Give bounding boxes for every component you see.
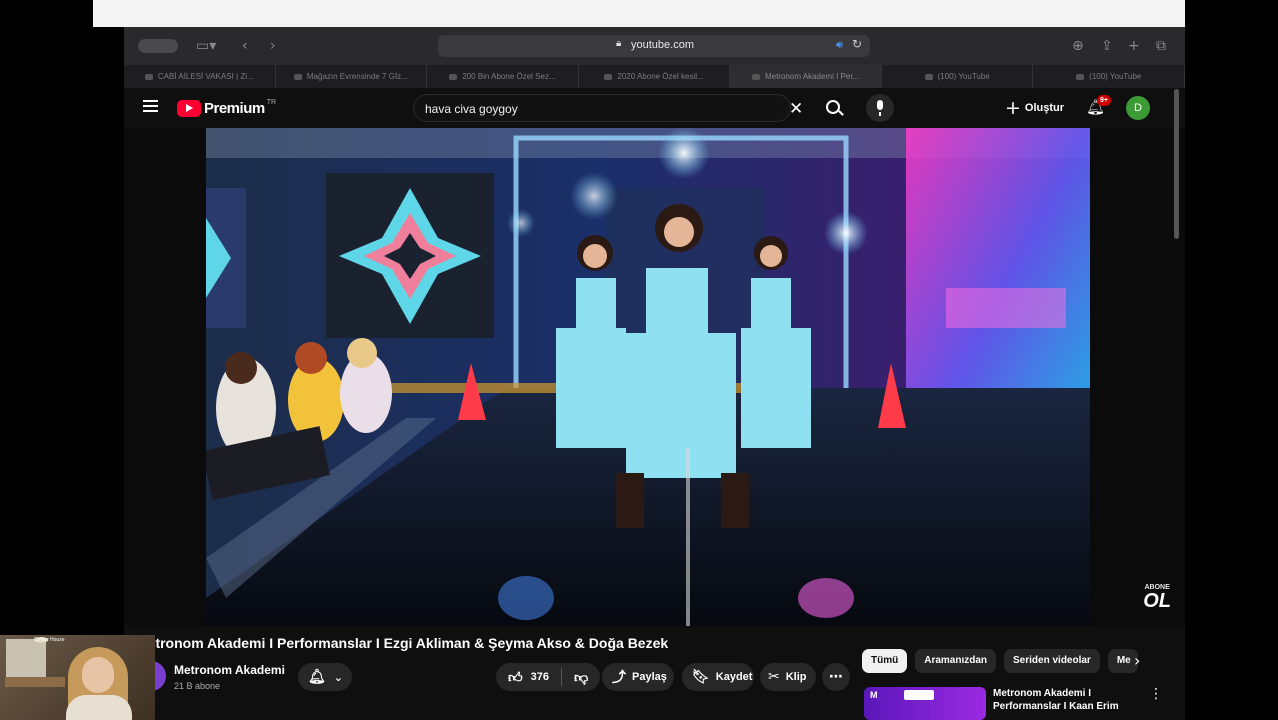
save-label: Kaydet bbox=[715, 671, 753, 683]
sidebar-toggle-icon[interactable]: ▭▾ bbox=[196, 36, 216, 56]
clip-button[interactable]: ✂ Klip bbox=[760, 663, 816, 691]
avatar[interactable]: D bbox=[1126, 96, 1150, 120]
tab-label: Metronom Akademi I Per... bbox=[764, 72, 860, 81]
sound-icon[interactable]: 🔊︎ bbox=[836, 38, 843, 52]
create-button[interactable]: + Oluştur bbox=[1005, 98, 1064, 118]
youtube-logo[interactable]: Premium TR bbox=[177, 99, 276, 117]
url-text: youtube.com bbox=[631, 39, 694, 51]
browser-tab[interactable]: 200 Bin Abone Özel Sez... bbox=[427, 65, 579, 88]
scissors-icon: ✂ bbox=[768, 669, 780, 685]
thumb-label bbox=[904, 690, 934, 700]
logo-text: Premium bbox=[204, 99, 265, 117]
clear-icon[interactable]: ✕ bbox=[789, 99, 803, 119]
back-icon[interactable]: ‹ bbox=[242, 36, 248, 56]
browser-window: ▭▾ ‹ › 🔒︎ youtube.com 🔊︎ ↻ ⊕ ⇪ + ⧉ CABİ … bbox=[124, 27, 1185, 720]
youtube-header: Premium TR hava civa goygoy ✕ + Oluştur … bbox=[124, 88, 1185, 128]
subscribed-bell-button[interactable]: 🔔︎ ⌄ bbox=[298, 663, 352, 691]
webcam-overlay: Coffee House bbox=[0, 635, 155, 720]
watermark-bottom: OL bbox=[1143, 590, 1171, 612]
share-arrow-icon: ⤴ bbox=[612, 670, 626, 686]
more-vertical-icon[interactable]: ⋮ bbox=[1149, 686, 1163, 702]
plus-icon: + bbox=[1005, 97, 1021, 119]
person-body bbox=[66, 695, 132, 720]
window-controls[interactable] bbox=[138, 39, 178, 53]
video-player[interactable]: ABONE OL bbox=[124, 128, 1185, 626]
subscriber-count: 21 B abone bbox=[174, 681, 221, 691]
tab-label: (100) YouTube bbox=[1089, 72, 1142, 81]
recommendation-title[interactable]: Metronom Akademi I Performanslar I Kaan … bbox=[993, 687, 1123, 713]
mac-menu-bar bbox=[93, 0, 1185, 27]
browser-tab-active[interactable]: Metronom Akademi I Per... bbox=[730, 65, 882, 88]
address-bar[interactable]: 🔒︎ youtube.com 🔊︎ ↻ bbox=[438, 35, 870, 57]
notification-badge: 9+ bbox=[1097, 95, 1111, 106]
browser-tab[interactable]: (100) YouTube bbox=[1033, 65, 1185, 88]
like-icon[interactable]: 👍︎ bbox=[508, 669, 523, 686]
cafe-table bbox=[5, 677, 65, 687]
dislike-icon[interactable]: 👎︎ bbox=[574, 669, 588, 686]
person-face bbox=[82, 657, 114, 693]
chevron-down-icon: ⌄ bbox=[333, 670, 343, 684]
search-icon[interactable] bbox=[817, 94, 849, 122]
more-icon: ⋯ bbox=[829, 669, 843, 685]
share-button[interactable]: ⤴ Paylaş bbox=[602, 663, 674, 691]
video-frame bbox=[206, 128, 1090, 626]
mic-icon[interactable] bbox=[866, 94, 894, 122]
cafe-window bbox=[6, 639, 46, 679]
chip-from-search[interactable]: Aramanızdan bbox=[915, 649, 997, 673]
tab-label: CABİ AİLESİ VAKASI | Zi... bbox=[157, 72, 254, 81]
bookmark-icon: 🔖︎ bbox=[692, 669, 710, 685]
chip-series-videos[interactable]: Seriden videolar bbox=[1004, 649, 1100, 673]
save-button[interactable]: 🔖︎ Kaydet bbox=[682, 663, 754, 691]
logo-country: TR bbox=[266, 98, 277, 106]
chip-all[interactable]: Tümü bbox=[862, 649, 908, 673]
thumb-logo: M bbox=[870, 690, 878, 700]
subscribe-watermark[interactable]: ABONE OL bbox=[1143, 584, 1171, 611]
clip-label: Klip bbox=[785, 671, 807, 683]
lock-icon: 🔒︎ bbox=[616, 38, 622, 49]
youtube-play-icon bbox=[177, 99, 201, 117]
forward-icon[interactable]: › bbox=[270, 36, 276, 56]
browser-tab[interactable]: (100) YouTube bbox=[882, 65, 1034, 88]
share-label: Paylaş bbox=[632, 671, 667, 683]
related-chips: Tümü Aramanızdan Seriden videolar Me bbox=[862, 649, 1146, 673]
new-tab-icon[interactable]: + bbox=[1128, 36, 1140, 56]
tab-label: Mağazın Evrensinde 7 Gİz... bbox=[306, 72, 408, 81]
tab-label: 200 Bin Abone Özel Sez... bbox=[462, 72, 556, 81]
tabs-overview-icon[interactable]: ⧉ bbox=[1156, 36, 1166, 56]
browser-toolbar: ▭▾ ‹ › 🔒︎ youtube.com 🔊︎ ↻ ⊕ ⇪ + ⧉ bbox=[124, 27, 1185, 65]
share-icon[interactable]: ⇪ bbox=[1101, 36, 1113, 56]
channel-name[interactable]: Metronom Akademi bbox=[174, 663, 285, 677]
create-label: Oluştur bbox=[1024, 102, 1065, 114]
reload-icon[interactable]: ↻ bbox=[852, 37, 862, 51]
download-icon[interactable]: ⊕ bbox=[1072, 36, 1084, 56]
browser-tab[interactable]: Mağazın Evrensinde 7 Gİz... bbox=[276, 65, 428, 88]
like-count: 376 bbox=[530, 671, 549, 683]
browser-tab[interactable]: CABİ AİLESİ VAKASI | Zi... bbox=[124, 65, 276, 88]
more-actions-button[interactable]: ⋯ bbox=[822, 663, 850, 691]
cafe-sign: Coffee House bbox=[34, 637, 65, 643]
bell-outline-icon: 🔔︎ bbox=[308, 669, 326, 685]
tab-label: 2020 Abone Özel kesil... bbox=[617, 72, 704, 81]
video-title: Metronom Akademi I Performanslar I Ezgi … bbox=[136, 635, 669, 651]
search-input[interactable]: hava civa goygoy ✕ bbox=[413, 94, 803, 122]
recommendation-thumbnail[interactable]: M bbox=[864, 687, 986, 720]
tab-bar: CABİ AİLESİ VAKASI | Zi... Mağazın Evren… bbox=[124, 65, 1185, 88]
page-scrollbar[interactable] bbox=[1174, 89, 1179, 239]
search-query: hava civa goygoy bbox=[425, 102, 518, 116]
browser-tab[interactable]: 2020 Abone Özel kesil... bbox=[579, 65, 731, 88]
menu-icon[interactable] bbox=[143, 100, 158, 112]
chevron-right-icon[interactable]: › bbox=[1134, 649, 1140, 673]
tab-label: (100) YouTube bbox=[937, 72, 990, 81]
like-dislike-group: 👍︎ 376 👎︎ bbox=[496, 663, 600, 691]
